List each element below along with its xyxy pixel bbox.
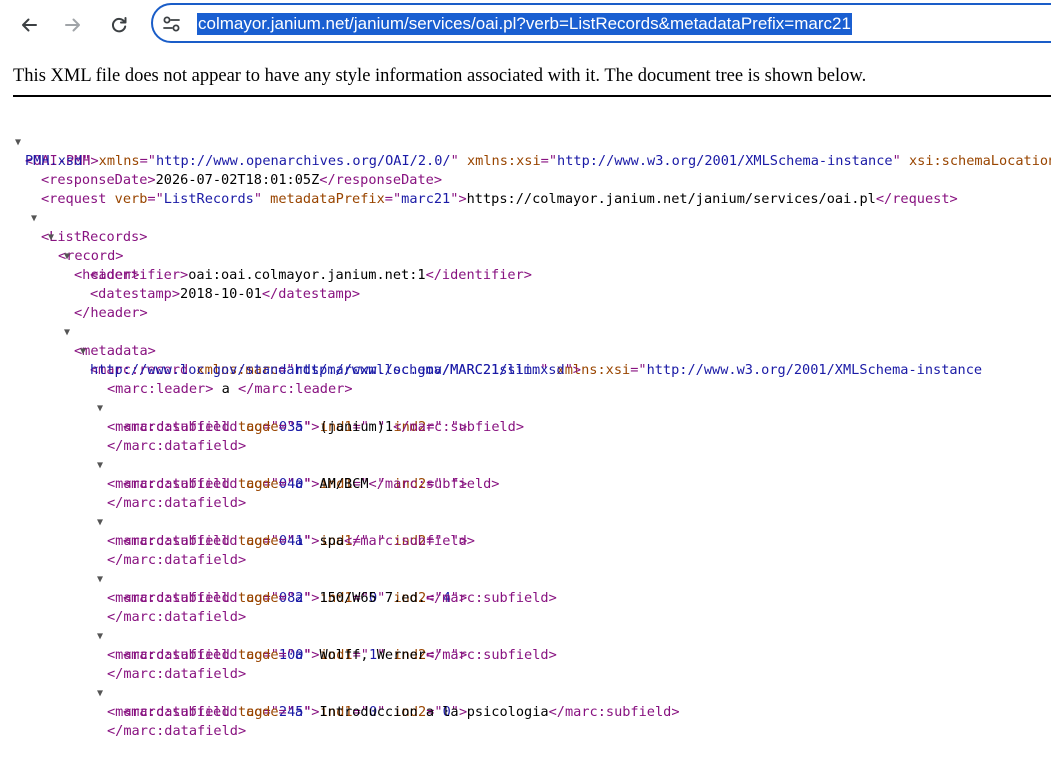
- tune-icon: [163, 16, 180, 32]
- xml-line-subfield: <marc:subfield code="a">150/W65 7.ed.</m…: [0, 570, 1051, 606]
- xml-line-datestamp: <datestamp>2018-10-01</datestamp>: [0, 266, 1051, 302]
- xml-line-request: <request verb="ListRecords" metadataPref…: [0, 171, 1051, 207]
- xml-line-datafield-open: ▼ <marc:datafield tag="035" ind1=" " ind…: [0, 380, 1051, 435]
- forward-button[interactable]: [58, 10, 88, 40]
- xml-document-tree: ▼ <OAI-PMH xmlns="http://www.openarchive…: [0, 114, 1051, 739]
- xml-line-marc-record-cont: http://www.loc.gov/standards/marcxml/sch…: [0, 342, 1051, 378]
- arrow-right-icon: [65, 18, 80, 32]
- xml-line-subfield: <marc:subfield code="a">Wolff, Werner</m…: [0, 627, 1051, 663]
- xml-line-oai-pmh-open: ▼ <OAI-PMH xmlns="http://www.openarchive…: [0, 114, 1051, 169]
- site-info-button[interactable]: [161, 14, 183, 34]
- xml-line-subfield: <marc:subfield code="a">Introduccion a l…: [0, 684, 1051, 720]
- xml-line-oai-pmh-cont: PMH.xsd">: [0, 133, 1051, 169]
- xml-line-datafield-close: </marc:datafield>: [0, 475, 1051, 511]
- reload-button[interactable]: [104, 10, 134, 40]
- xml-line-datafield-close: </marc:datafield>: [0, 418, 1051, 454]
- xml-info-message: This XML file does not appear to have an…: [13, 66, 867, 86]
- url-text[interactable]: colmayor.janium.net/janium/services/oai.…: [197, 13, 852, 35]
- xml-line-datafield-open: ▼ <marc:datafield tag="041" ind1=" " ind…: [0, 494, 1051, 549]
- reload-icon: [111, 17, 127, 33]
- xml-line-marc-leader: <marc:leader> a </marc:leader>: [0, 361, 1051, 397]
- xml-line-datafield-open: ▼ <marc:datafield tag="082" ind1="0" ind…: [0, 551, 1051, 606]
- xml-line-datafield-close: </marc:datafield>: [0, 532, 1051, 568]
- xml-line-subfield: <marc:subfield code="a">AM/BCM</marc:sub…: [0, 456, 1051, 492]
- xml-line-datafield-open: ▼ <marc:datafield tag="100" ind1="1" ind…: [0, 608, 1051, 663]
- xml-line-datafield-close: </marc:datafield>: [0, 646, 1051, 682]
- info-divider: [13, 95, 1051, 97]
- xml-line-metadata-open: ▼ <metadata>: [0, 304, 1051, 359]
- xml-line-datafield-close: </marc:datafield>: [0, 703, 1051, 739]
- xml-line-header-close: </header>: [0, 285, 1051, 321]
- xml-line-subfield: <marc:subfield code="a">spa</marc:subfie…: [0, 513, 1051, 549]
- xml-line-record-open: ▼ <record>: [0, 209, 1051, 264]
- xml-line-subfield: <marc:subfield code="a">(janium)1</marc:…: [0, 399, 1051, 435]
- xml-line-datafield-open: ▼ <marc:datafield tag="040" ind1=" " ind…: [0, 437, 1051, 492]
- browser-toolbar: colmayor.janium.net/janium/services/oai.…: [0, 0, 1051, 50]
- address-bar[interactable]: colmayor.janium.net/janium/services/oai.…: [151, 3, 1051, 43]
- back-button[interactable]: [14, 10, 44, 40]
- xml-line-header-open: ▼ <header>: [0, 228, 1051, 283]
- xml-line-response-date: <responseDate>2026-07-02T18:01:05Z</resp…: [0, 152, 1051, 188]
- xml-tag: </marc:datafield>: [107, 723, 247, 739]
- xml-line-marc-record-open: ▼ <marc:record xmlns:marc="http://www.lo…: [0, 323, 1051, 378]
- xml-line-datafield-open: ▼ <marc:datafield tag="245" ind1="0" ind…: [0, 665, 1051, 720]
- xml-line-listrecords-open: ▼ <ListRecords>: [0, 190, 1051, 245]
- xml-line-datafield-close: </marc:datafield>: [0, 589, 1051, 625]
- arrow-left-icon: [22, 18, 37, 32]
- xml-line-identifier: <identifier>oai:oai.colmayor.janium.net:…: [0, 247, 1051, 283]
